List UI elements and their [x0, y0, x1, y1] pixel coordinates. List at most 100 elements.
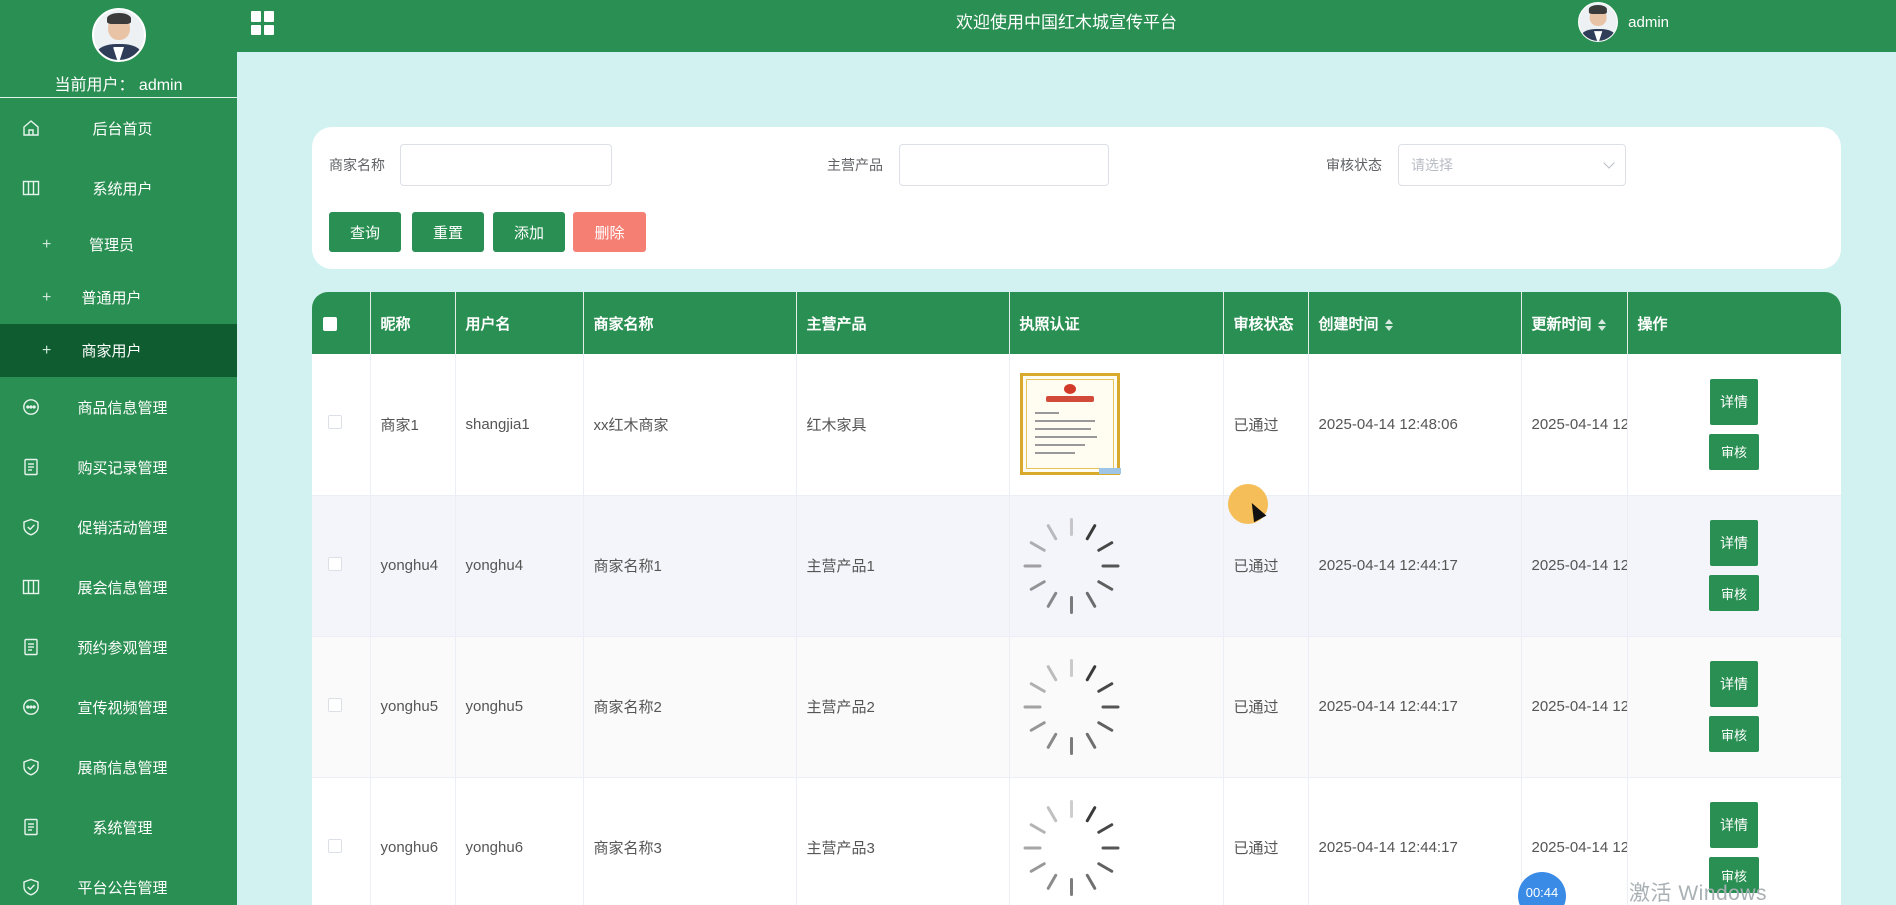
table-row: yonghu6 yonghu6 商家名称3 主营产品3 已通过 2025-04-14 12… — [312, 777, 1841, 905]
sidebar-item-label: 展会信息管理 — [77, 579, 168, 597]
sidebar-item-product-info[interactable]: 商品信息管理 — [0, 377, 237, 437]
cell-updated: 2025-04-14 12 — [1521, 354, 1628, 496]
sidebar-item-exhibitions[interactable]: 展会信息管理 — [0, 557, 237, 617]
cell-license — [1009, 636, 1224, 778]
detail-button[interactable]: 详情 — [1710, 378, 1758, 425]
sidebar-item-visit-booking[interactable]: 预约参观管理 — [0, 617, 237, 677]
cell-updated: 2025-04-14 12 — [1521, 495, 1628, 637]
row-checkbox[interactable] — [328, 838, 342, 853]
cell-nickname: yonghu6 — [370, 777, 456, 905]
header-user[interactable]: admin — [1578, 2, 1669, 42]
sidebar-item-purchase-records[interactable]: 购买记录管理 — [0, 437, 237, 497]
cell-created: 2025-04-14 12:44:17 — [1308, 777, 1522, 905]
select-all-checkbox[interactable] — [323, 316, 337, 331]
sidebar-item-label: 购买记录管理 — [77, 459, 168, 477]
sidebar-item-label: 系统用户 — [92, 180, 153, 198]
sidebar-item-merchant-users[interactable]: + 商家用户 — [0, 324, 237, 377]
add-button[interactable]: 添加 — [493, 212, 565, 252]
cell-product: 主营产品3 — [796, 777, 1010, 905]
column-header: 执照认证 — [1009, 292, 1224, 354]
cell-created: 2025-04-14 12:48:06 — [1308, 354, 1522, 496]
loading-spinner-icon — [1023, 517, 1120, 614]
column-header: 审核状态 — [1223, 292, 1309, 354]
search-panel: 商家名称 主营产品 审核状态 请选择 查询 重置 添加 删除 — [312, 127, 1841, 269]
cell-product: 红木家具 — [796, 354, 1010, 496]
main-product-label: 主营产品 — [827, 157, 883, 173]
cell-merchant: 商家名称2 — [583, 636, 797, 778]
row-checkbox[interactable] — [328, 697, 342, 712]
audit-button[interactable]: 审核 — [1709, 433, 1759, 470]
audit-button[interactable]: 审核 — [1709, 716, 1759, 752]
sidebar-item-label: 商品信息管理 — [77, 399, 168, 417]
cell-username: yonghu5 — [455, 636, 584, 778]
query-button[interactable]: 查询 — [329, 212, 401, 252]
cell-product: 主营产品1 — [796, 495, 1010, 637]
cell-updated: 2025-04-14 12 — [1521, 636, 1628, 778]
sidebar-item-admin[interactable]: + 管理员 — [0, 218, 237, 271]
delete-button[interactable]: 删除 — [573, 212, 646, 252]
sort-icon[interactable] — [1384, 318, 1393, 331]
sidebar-item-exhibitors[interactable]: 展商信息管理 — [0, 737, 237, 797]
windows-activation-watermark: 激活 Windows — [1629, 882, 1768, 905]
sidebar-item-announcements[interactable]: 平台公告管理 — [0, 857, 237, 905]
cell-actions: 详情 审核 — [1627, 354, 1841, 496]
cell-created: 2025-04-14 12:44:17 — [1308, 636, 1522, 778]
loading-spinner-icon — [1023, 799, 1120, 896]
sidebar-menu: 后台首页 系统用户 + 管理员 + 普通用户 + 商家用户 商品信息管理 购买记… — [0, 98, 237, 905]
sidebar-profile: 当前用户： admin — [0, 0, 237, 98]
avatar[interactable] — [91, 8, 146, 62]
top-header: 欢迎使用中国红木城宣传平台 admin — [237, 0, 1896, 52]
cell-nickname: yonghu5 — [370, 636, 456, 778]
table-header-row: 昵称 用户名 商家名称 主营产品 执照认证 审核状态 创建时间 更新时间 操作 — [312, 292, 1841, 354]
table-row: yonghu4 yonghu4 商家名称1 主营产品1 已通过 2025-04-14 12… — [312, 495, 1841, 637]
sidebar-item-promo-videos[interactable]: 宣传视频管理 — [0, 677, 237, 737]
detail-button[interactable]: 详情 — [1710, 661, 1758, 707]
audit-status-select[interactable]: 请选择 — [1398, 144, 1626, 186]
detail-button[interactable]: 详情 — [1710, 520, 1758, 566]
cell-merchant: 商家名称1 — [583, 495, 797, 637]
license-image[interactable] — [1019, 373, 1121, 476]
sidebar-item-label: 系统管理 — [92, 819, 153, 837]
sidebar-item-label: 展商信息管理 — [77, 759, 168, 777]
row-select-cell — [312, 354, 371, 496]
column-header: 用户名 — [455, 292, 584, 354]
row-checkbox[interactable] — [328, 415, 342, 430]
sidebar-item-normal-users[interactable]: + 普通用户 — [0, 271, 237, 324]
sidebar-item-system-users[interactable]: 系统用户 — [0, 158, 237, 218]
chevron-down-icon — [1603, 157, 1615, 169]
merchant-name-input[interactable] — [400, 144, 612, 186]
cell-created: 2025-04-14 12:44:17 — [1308, 495, 1522, 637]
reset-button[interactable]: 重置 — [412, 212, 484, 252]
row-checkbox[interactable] — [328, 556, 342, 571]
sidebar-item-label: 宣传视频管理 — [77, 699, 168, 717]
detail-button[interactable]: 详情 — [1710, 802, 1758, 848]
sidebar-item-system-management[interactable]: 系统管理 — [0, 797, 237, 857]
cell-license — [1009, 495, 1224, 637]
cell-nickname: 商家1 — [370, 354, 456, 496]
column-header-created[interactable]: 创建时间 — [1308, 292, 1522, 354]
cell-merchant: xx红木商家 — [583, 354, 797, 496]
select-placeholder: 请选择 — [1411, 157, 1453, 173]
column-header: 操作 — [1627, 292, 1841, 354]
select-all-cell — [312, 292, 371, 354]
cell-status: 已通过 — [1223, 354, 1309, 496]
cell-actions: 详情 审核 — [1627, 495, 1841, 637]
column-header: 主营产品 — [796, 292, 1010, 354]
sidebar-item-home[interactable]: 后台首页 — [0, 98, 237, 158]
cell-actions: 详情 审核 — [1627, 636, 1841, 778]
row-select-cell — [312, 495, 371, 637]
column-header-updated[interactable]: 更新时间 — [1521, 292, 1628, 354]
sort-icon[interactable] — [1597, 318, 1606, 331]
sidebar-item-promotions[interactable]: 促销活动管理 — [0, 497, 237, 557]
audit-button[interactable]: 审核 — [1709, 575, 1759, 611]
column-header-label: 更新时间 — [1531, 315, 1592, 333]
main-product-input[interactable] — [899, 144, 1109, 186]
sidebar-item-label: 管理员 — [88, 237, 134, 254]
cell-username: yonghu4 — [455, 495, 584, 637]
cell-license — [1009, 354, 1224, 496]
row-select-cell — [312, 777, 371, 905]
sidebar-item-label: 后台首页 — [92, 120, 153, 138]
header-username: admin — [1628, 13, 1669, 31]
cell-status: 已通过 — [1223, 636, 1309, 778]
sidebar-item-label: 促销活动管理 — [77, 519, 168, 537]
